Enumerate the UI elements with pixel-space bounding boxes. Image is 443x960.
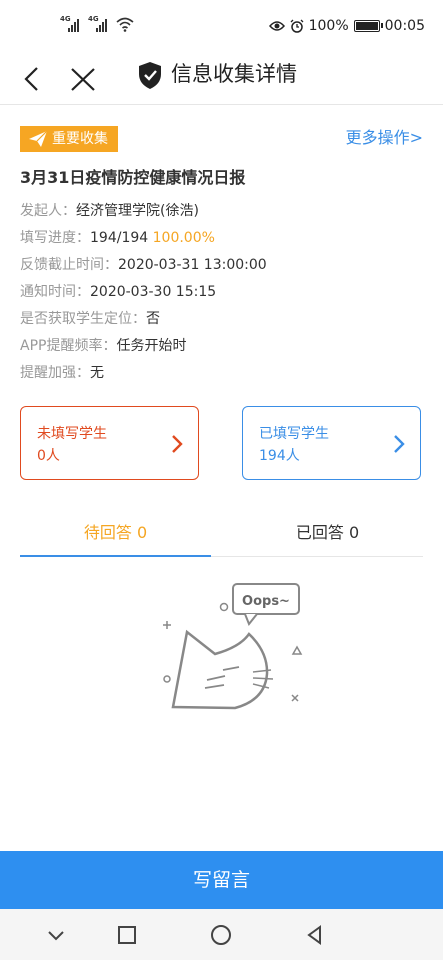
info-value: 任务开始时 [116, 338, 187, 354]
info-value: 否 [146, 311, 160, 327]
oops-bubble-text: Oops~ [242, 594, 290, 609]
info-value: 无 [90, 365, 104, 381]
progress-percent: 100.00% [152, 230, 215, 246]
info-label: 填写进度： [20, 230, 90, 246]
info-value: 经济管理学院(徐浩) [76, 203, 199, 219]
info-initiator: 发起人：经济管理学院(徐浩) [20, 202, 199, 220]
unfilled-students-card[interactable]: 未填写学生 0人 [20, 406, 199, 480]
clock: 00:05 [384, 18, 425, 34]
write-comment-button[interactable]: 写留言 [0, 851, 443, 909]
alarm-icon [290, 19, 304, 33]
system-navbar [0, 909, 443, 960]
recent-apps-icon[interactable] [115, 923, 139, 947]
shield-icon [139, 62, 161, 89]
info-reminder-boost: 提醒加强：无 [20, 364, 104, 382]
card-title: 已填写学生 [259, 426, 329, 442]
page-title: 信息收集详情 [171, 62, 297, 86]
paper-plane-icon [29, 130, 48, 147]
home-icon[interactable] [209, 923, 233, 947]
info-label: 发起人： [20, 203, 76, 219]
info-label: 反馈截止时间： [20, 257, 118, 273]
eye-icon [268, 21, 285, 31]
close-icon[interactable] [68, 62, 98, 96]
back-triangle-icon[interactable] [303, 923, 327, 947]
tab-pending[interactable]: 待回答 0 [20, 520, 211, 546]
answer-tabs: 待回答 0 已回答 0 [20, 520, 423, 557]
info-value: 2020-03-31 13:00:00 [118, 257, 267, 273]
header: 信息收集详情 [0, 54, 443, 105]
info-label: 通知时间： [20, 284, 90, 300]
battery-icon [353, 20, 383, 32]
filled-students-card[interactable]: 已填写学生 194人 [242, 406, 421, 480]
info-value: 2020-03-30 15:15 [90, 284, 217, 300]
info-value: 194/194 [90, 230, 149, 246]
battery-percent: 100% [308, 18, 349, 34]
info-label: 是否获取学生定位： [20, 311, 146, 327]
signal-icon: 4G [88, 16, 110, 32]
info-reminder-frequency: APP提醒频率：任务开始时 [20, 337, 186, 355]
tab-answered[interactable]: 已回答 0 [232, 520, 423, 546]
info-progress: 填写进度：194/194 100.00% [20, 229, 215, 247]
important-tag-label: 重要收集 [52, 131, 108, 147]
info-label: APP提醒频率： [20, 338, 117, 354]
card-count: 194人 [259, 448, 300, 464]
chevron-down-icon[interactable] [44, 923, 68, 947]
status-left: 4G 4G [60, 16, 134, 32]
info-deadline: 反馈截止时间：2020-03-31 13:00:00 [20, 256, 267, 274]
card-count: 0人 [37, 448, 60, 464]
chevron-right-icon [394, 435, 405, 453]
info-notify-time: 通知时间：2020-03-30 15:15 [20, 283, 216, 301]
wifi-icon [116, 17, 134, 32]
info-label: 提醒加强： [20, 365, 90, 381]
status-bar: 4G 4G 100% 00:05 [0, 0, 443, 54]
important-tag: 重要收集 [20, 126, 118, 152]
status-right: 100% 00:05 [268, 18, 425, 34]
notice-title: 3月31日疫情防控健康情况日报 [20, 168, 246, 187]
more-actions-link[interactable]: 更多操作> [346, 126, 423, 150]
card-title: 未填写学生 [37, 426, 107, 442]
signal-icon: 4G [60, 16, 82, 32]
active-tab-indicator [20, 555, 211, 557]
info-location: 是否获取学生定位：否 [20, 310, 160, 328]
back-icon[interactable] [18, 62, 48, 96]
empty-cat-illustration: Oops~ [163, 583, 303, 710]
chevron-right-icon [172, 435, 183, 453]
